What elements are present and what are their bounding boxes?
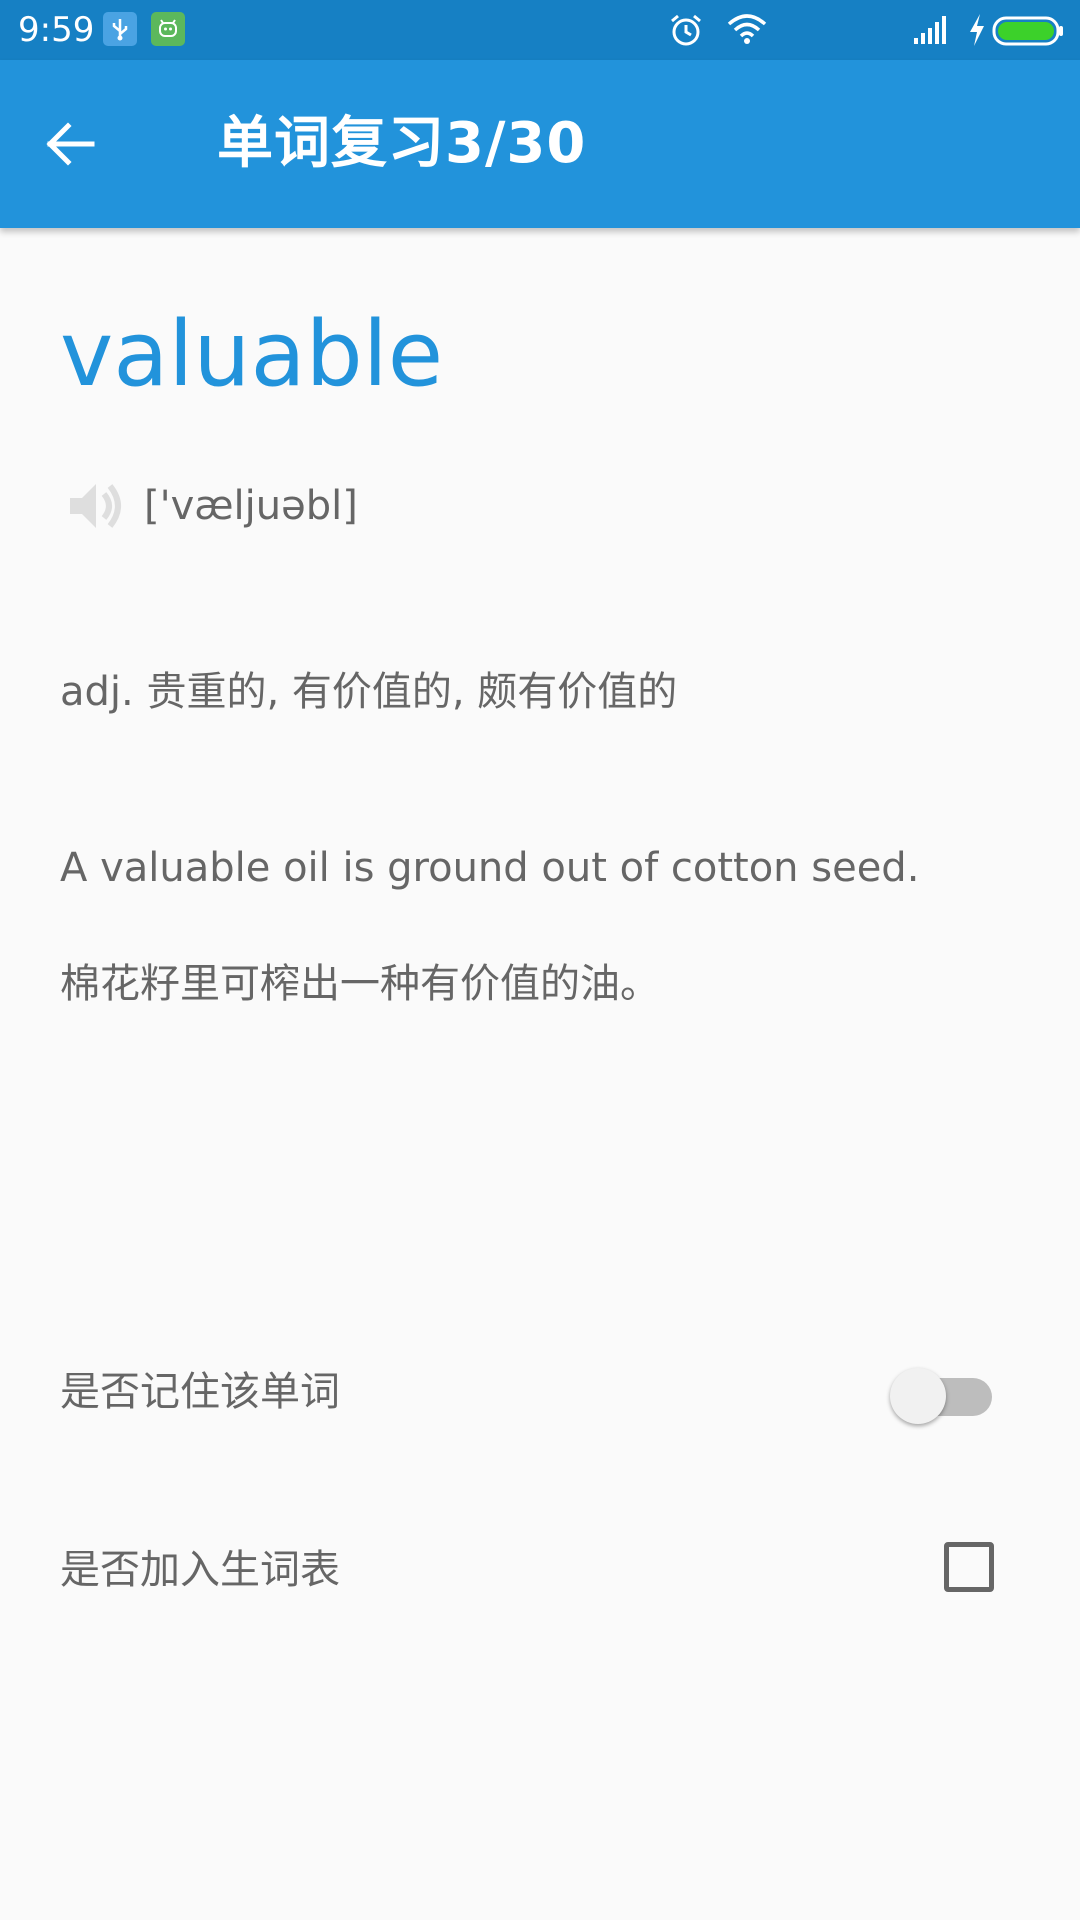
back-button[interactable] — [44, 112, 124, 176]
signal-icon — [912, 14, 952, 50]
app-notification-icon — [151, 12, 185, 46]
speaker-icon[interactable] — [66, 476, 126, 536]
phonetic-text: ['væljuəbl] — [144, 483, 358, 529]
add-to-vocab-label: 是否加入生词表 — [60, 1547, 340, 1593]
charging-icon — [966, 12, 988, 52]
example-sentence-chinese: 棉花籽里可榨出一种有价值的油。 — [60, 961, 660, 1007]
usb-icon — [103, 12, 137, 46]
switch-thumb — [890, 1368, 946, 1424]
word-text: valuable — [60, 302, 444, 407]
page-title: 单词复习3/30 — [217, 111, 587, 176]
status-bar: 9:59 — [0, 0, 1080, 60]
wifi-icon — [726, 12, 768, 50]
definition-text: adj. 贵重的, 有价值的, 颇有价值的 — [60, 669, 678, 715]
alarm-icon — [668, 12, 704, 52]
example-sentence-english: A valuable oil is ground out of cotton s… — [60, 845, 920, 891]
app-bar: 单词复习3/30 — [0, 60, 1080, 228]
battery-icon — [992, 16, 1066, 50]
remember-word-label: 是否记住该单词 — [60, 1369, 340, 1415]
arrow-back-icon — [46, 122, 95, 166]
remember-word-switch[interactable] — [888, 1364, 998, 1424]
add-to-vocab-checkbox[interactable] — [944, 1542, 994, 1592]
status-time: 9:59 — [18, 10, 95, 50]
